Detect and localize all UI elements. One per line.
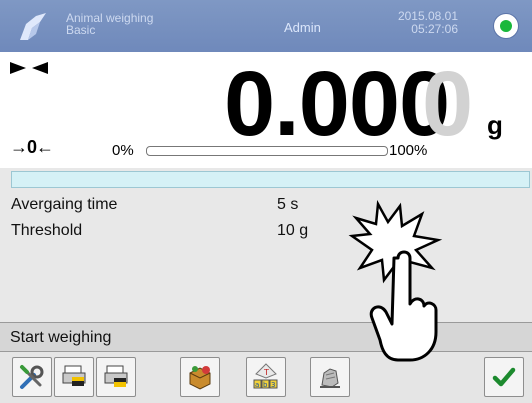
tools-icon (20, 365, 44, 389)
softkey-print-footer[interactable] (96, 357, 136, 397)
progress-strip (11, 171, 530, 188)
function-label: Start weighing (10, 329, 112, 346)
scale-logo-icon[interactable] (16, 10, 50, 44)
svg-text:T: T (263, 368, 269, 377)
info-value-threshold: 10 g (277, 222, 309, 239)
time-text: 05:27:06 (411, 22, 458, 36)
working-mode-profile: Basic (66, 23, 96, 37)
softkey-confirm[interactable] (484, 357, 524, 397)
info-panel (0, 168, 532, 322)
status-indicator-button[interactable] (494, 14, 518, 38)
stability-marker-icon (10, 62, 48, 74)
print-footer-icon (104, 365, 128, 387)
touch-hand-icon (348, 200, 443, 362)
softkey-print-header[interactable] (54, 357, 94, 397)
working-mode[interactable]: Animal weighing Basic (66, 12, 246, 36)
softkey-products[interactable] (180, 357, 220, 397)
bargraph-min-label: 0% (112, 142, 134, 159)
confirm-icon (492, 367, 516, 387)
product-database-icon (189, 366, 211, 390)
bargraph-max-label: 100% (389, 142, 428, 159)
status-dot-icon (500, 20, 512, 32)
info-label-threshold: Threshold (11, 222, 83, 239)
zero-indicator: →0← (10, 137, 54, 157)
weight-inactive-digit: 0 (422, 53, 474, 155)
label-print-icon: T a b 3 (253, 363, 278, 389)
info-label-averaging-time: Avergaing time (11, 196, 118, 213)
weight-unit[interactable]: g (487, 110, 503, 141)
svg-text:a: a (255, 381, 259, 389)
logged-user[interactable]: Admin (284, 20, 321, 35)
svg-text:b: b (263, 381, 268, 389)
weight-value: 0.000 (224, 53, 450, 155)
svg-text:3: 3 (271, 381, 275, 389)
load-bargraph (146, 146, 388, 156)
print-header-icon (62, 365, 86, 386)
softkey-animal[interactable] (310, 357, 350, 397)
animal-icon (320, 368, 340, 388)
info-value-averaging-time: 5 s (277, 196, 299, 213)
datetime: 2015.08.01 05:27:06 (388, 10, 458, 36)
softkey-tools[interactable] (12, 357, 52, 397)
softkey-label[interactable]: T a b 3 (246, 357, 286, 397)
